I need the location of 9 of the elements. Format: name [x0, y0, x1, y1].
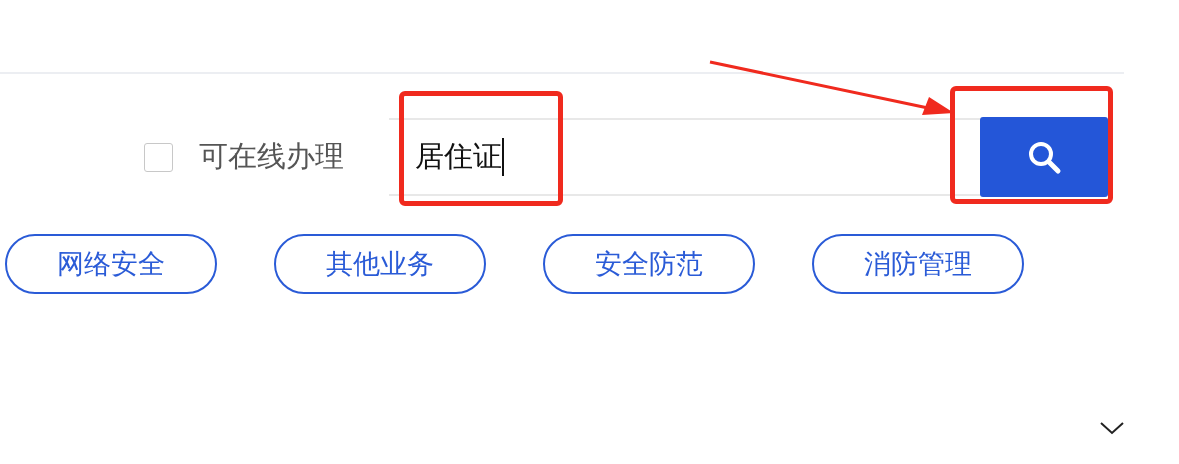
checkbox-label: 可在线办理: [199, 138, 344, 175]
checkbox[interactable]: [144, 142, 173, 172]
search-button[interactable]: [980, 117, 1108, 197]
tag-button[interactable]: 其他业务: [274, 234, 486, 294]
chevron-down-icon[interactable]: [1099, 420, 1125, 436]
tag-button[interactable]: 消防管理: [812, 234, 1024, 294]
tag-button[interactable]: 安全防范: [543, 234, 755, 294]
tag-button[interactable]: 网络安全: [5, 234, 217, 294]
search-field[interactable]: 居住证: [389, 118, 980, 196]
